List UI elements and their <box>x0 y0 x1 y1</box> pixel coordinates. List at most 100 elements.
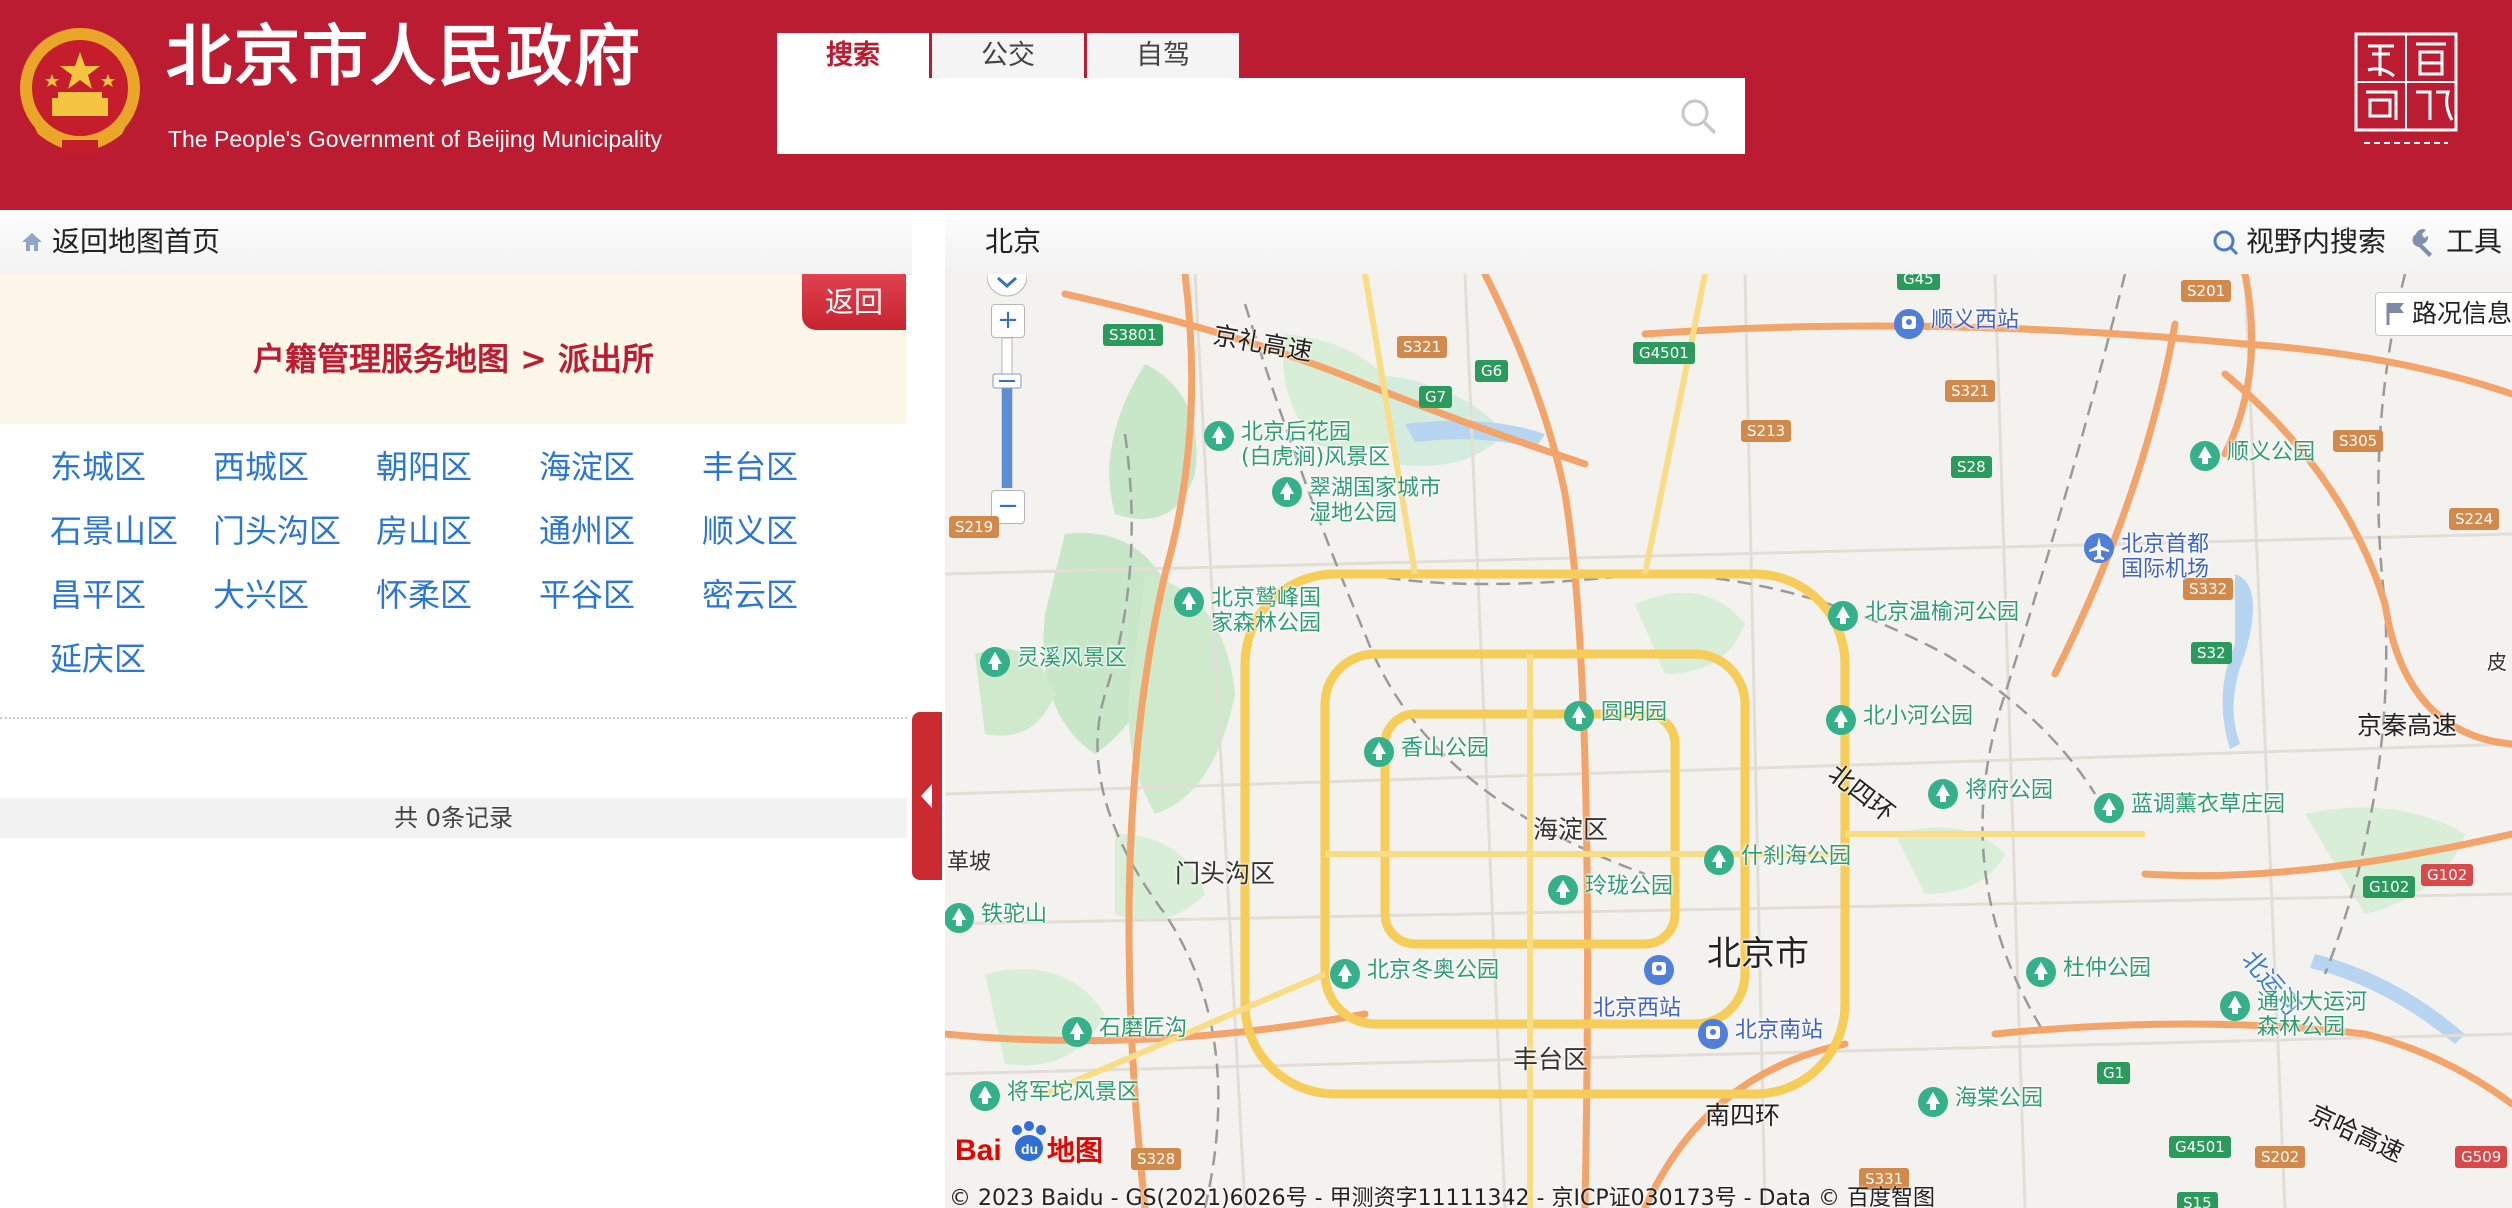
zoom-control: + − <box>987 274 1027 602</box>
site-header: 北京市人民政府 The People's Government of Beiji… <box>0 0 2512 210</box>
district-link-daxing[interactable]: 大兴区 <box>213 570 309 616</box>
road-shield: S305 <box>2333 430 2384 452</box>
chevron-left-icon <box>921 784 932 808</box>
road-shield: S201 <box>2181 280 2232 302</box>
map-label-edge-gepo: 革坡 <box>947 850 992 875</box>
park-icon <box>2026 957 2056 987</box>
district-link-tongzhou[interactable]: 通州区 <box>539 506 635 552</box>
road-shield: S32 <box>2191 642 2232 664</box>
park-icon <box>1564 701 1594 731</box>
map-label-haidian: 海淀区 <box>1533 815 1609 844</box>
district-link-fangshan[interactable]: 房山区 <box>376 506 472 552</box>
map-base-layer <box>945 274 2512 1208</box>
poi-beijing-west-station[interactable]: 北京西站 <box>1593 952 1693 1030</box>
road-shield: G102 <box>2363 876 2416 898</box>
park-icon <box>1918 1087 1948 1117</box>
back-button[interactable]: 返回 <box>802 274 906 330</box>
road-shield: S321 <box>1945 380 1996 402</box>
district-link-miyun[interactable]: 密云区 <box>702 570 798 616</box>
tools-label: 工具 <box>2446 225 2503 258</box>
traffic-info-label: 路况信息 <box>2412 299 2512 328</box>
traffic-info-button[interactable]: 路况信息 <box>2375 292 2512 336</box>
site-title: 北京市人民政府 <box>166 18 642 95</box>
district-link-xicheng[interactable]: 西城区 <box>213 442 309 488</box>
park-icon <box>1272 477 1302 507</box>
airport-icon <box>2084 533 2114 563</box>
train-station-icon <box>1894 309 1924 339</box>
park-icon <box>1828 601 1858 631</box>
park-icon <box>1062 1017 1092 1047</box>
svg-text:Bai: Bai <box>955 1134 1002 1167</box>
collapse-panel-button[interactable] <box>912 712 942 880</box>
capital-window-logo-icon <box>2354 32 2458 144</box>
zoom-slider-icon[interactable] <box>987 338 1027 488</box>
map-label-beijing-city: 北京市 <box>1707 934 1809 974</box>
breadcrumb: 户籍管理服务地图 > 派出所 <box>252 340 655 378</box>
back-to-map-home-link[interactable]: 返回地图首页 <box>52 210 220 274</box>
park-icon <box>1364 737 1394 767</box>
park-icon <box>1204 421 1234 451</box>
current-city[interactable]: 北京 <box>985 210 1041 274</box>
road-shield: G1 <box>2097 1062 2131 1084</box>
park-icon <box>1330 959 1360 989</box>
baidu-map-logo[interactable]: Bai du 地图 <box>953 1118 1103 1172</box>
map-canvas[interactable]: + − 路况信息 北京市 海淀区 门头沟区 丰台区 京礼高速 京秦高速 京哈高速 <box>945 274 2512 1208</box>
map-label-fengtai: 丰台区 <box>1513 1045 1589 1074</box>
road-shield: S202 <box>2255 1146 2306 1168</box>
road-shield: S15 <box>2177 1192 2218 1208</box>
site-subtitle: The People's Government of Beijing Munic… <box>168 126 663 152</box>
district-link-haidian[interactable]: 海淀区 <box>539 442 635 488</box>
road-shield: S219 <box>949 516 1000 538</box>
district-link-huairou[interactable]: 怀柔区 <box>376 570 472 616</box>
search-input[interactable] <box>797 90 1661 144</box>
search-icon[interactable] <box>1677 95 1719 137</box>
park-icon <box>980 647 1010 677</box>
baidu-map-logo-text: 地图 <box>1047 1134 1104 1167</box>
park-icon <box>2220 991 2250 1021</box>
district-link-changping[interactable]: 昌平区 <box>50 570 146 616</box>
district-link-mentougou[interactable]: 门头沟区 <box>213 506 341 552</box>
tab-drive[interactable]: 自驾 <box>1087 33 1239 78</box>
view-search-icon <box>2213 230 2239 256</box>
map-label-jingqin-expressway: 京秦高速 <box>2357 711 2458 740</box>
district-link-chaoyang[interactable]: 朝阳区 <box>376 442 472 488</box>
park-icon <box>1826 705 1856 735</box>
park-icon <box>945 903 974 933</box>
park-icon <box>2190 441 2220 471</box>
traffic-flag-icon <box>2386 303 2404 325</box>
district-link-pinggu[interactable]: 平谷区 <box>539 570 635 616</box>
list-divider <box>0 717 907 719</box>
national-emblem-icon <box>20 28 140 154</box>
district-link-shijingshan[interactable]: 石景山区 <box>50 506 178 552</box>
pan-control-icon[interactable] <box>987 274 1027 302</box>
tab-bus[interactable]: 公交 <box>932 33 1084 78</box>
map-copyright: © 2023 Baidu - GS(2021)6026号 - 甲测资字11111… <box>949 1186 1936 1208</box>
train-station-icon <box>1644 955 1674 985</box>
district-link-yanqing[interactable]: 延庆区 <box>50 634 146 680</box>
road-shield: S321 <box>1397 336 1448 358</box>
park-icon <box>1548 875 1578 905</box>
view-search-label: 视野内搜索 <box>2246 225 2387 258</box>
road-shield: G102 <box>2421 864 2474 886</box>
road-shield: S224 <box>2449 508 2500 530</box>
district-link-dongcheng[interactable]: 东城区 <box>50 442 146 488</box>
map-label-edge-pi: 皮 <box>2487 650 2507 674</box>
park-icon <box>970 1081 1000 1111</box>
district-link-shunyi[interactable]: 顺义区 <box>702 506 798 552</box>
search-box <box>777 78 1745 154</box>
road-shield: G45 <box>1897 274 1940 290</box>
map-label-south-4th-ring: 南四环 <box>1705 1101 1781 1130</box>
park-icon <box>2094 793 2124 823</box>
road-shield: G509 <box>2455 1146 2508 1168</box>
map-label-mentougou: 门头沟区 <box>1175 859 1276 888</box>
road-shield: G7 <box>1419 386 1453 408</box>
road-shield: G6 <box>1475 360 1509 382</box>
road-shield: G4501 <box>2169 1136 2231 1158</box>
road-shield: S213 <box>1741 420 1792 442</box>
district-link-fengtai[interactable]: 丰台区 <box>702 442 798 488</box>
road-shield: G4501 <box>1633 342 1695 364</box>
road-shield: S3801 <box>1103 324 1163 346</box>
map-toolbar: 北京 视野内搜索 工具 <box>945 210 2512 275</box>
tab-search[interactable]: 搜索 <box>777 33 929 78</box>
zoom-in-button[interactable]: + <box>991 304 1025 338</box>
